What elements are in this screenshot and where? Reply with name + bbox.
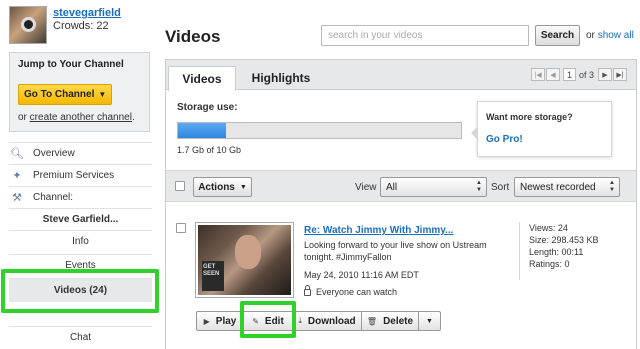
prev-page-icon[interactable]: ◀ <box>545 68 560 81</box>
first-page-icon[interactable]: |◀ <box>530 68 545 81</box>
sort-label: Sort <box>491 182 510 193</box>
row-checkbox[interactable] <box>176 223 186 233</box>
storage-bar <box>177 122 462 139</box>
storage-label: Storage use: <box>177 102 238 113</box>
sort-select-value: Newest recorded <box>520 181 596 193</box>
view-select[interactable]: All ▲ ▼ <box>380 177 487 197</box>
username-link[interactable]: stevegarfield <box>53 7 121 19</box>
trash-icon: 🗑︎ <box>366 316 378 326</box>
pro-title: Want more storage? <box>486 112 573 122</box>
sidebar: stevegarfield Crowds: 22 Jump to Your Ch… <box>0 0 163 349</box>
last-page-icon[interactable]: ▶| <box>613 68 627 81</box>
view-label: View <box>355 182 377 193</box>
select-arrows-icon: ▲ ▼ <box>609 180 615 193</box>
sidebar-item-overview[interactable]: 🔍︎ Overview <box>9 142 152 164</box>
download-button[interactable]: ⤓ Download <box>292 311 362 331</box>
sort-select[interactable]: Newest recorded ▲ ▼ <box>514 177 620 197</box>
sidebar-item-label: Premium Services <box>33 170 115 181</box>
edit-label: Edit <box>264 315 284 327</box>
star-icon: ✦ <box>12 170 22 182</box>
search-icon: 🔍︎ <box>10 148 24 160</box>
tools-icon: ⚒ <box>12 192 22 204</box>
create-suffix: . <box>131 112 135 123</box>
sidebar-item-label: Overview <box>33 148 75 159</box>
or-text: or <box>586 30 595 41</box>
actions-button[interactable]: Actions ▼ <box>193 177 252 197</box>
video-action-group: ▶ Play ✎ Edit ⤓ Download 🗑︎ Delete ▼ <box>196 311 441 331</box>
avatar[interactable] <box>9 6 47 44</box>
crowds-count: Crowds: 22 <box>53 20 109 32</box>
tab-highlights[interactable]: Highlights <box>238 66 324 90</box>
sidebar-item-channel[interactable]: ⚒ Channel: <box>9 186 152 208</box>
page-number-input[interactable]: 1 <box>562 68 576 81</box>
sidebar-item-events[interactable]: Events <box>9 254 152 276</box>
go-to-channel-label: Go To Channel <box>24 89 95 100</box>
channel-name[interactable]: Steve Garfield... <box>9 208 152 230</box>
user-info: stevegarfield Crowds: 22 <box>53 6 121 44</box>
delete-label: Delete <box>383 315 414 327</box>
size-stat: Size: 298.453 KB <box>529 235 599 245</box>
tab-videos[interactable]: Videos <box>168 66 236 91</box>
video-title-link[interactable]: Re: Watch Jimmy With Jimmy... <box>304 225 453 236</box>
sidebar-item-chat[interactable]: Chat <box>9 326 152 348</box>
privacy-label: Everyone can watch <box>316 287 398 297</box>
create-prefix: or <box>18 112 30 123</box>
page-count: of 3 <box>578 69 594 80</box>
thumbnail-sign: GET SEEN <box>202 261 224 291</box>
sidebar-item-label: Channel: <box>33 192 74 203</box>
edit-button[interactable]: ✎ Edit <box>243 311 293 331</box>
video-stats: Views: 24 Size: 298.453 KB Length: 00:11… <box>519 222 599 280</box>
search-input[interactable] <box>321 25 529 46</box>
delete-button[interactable]: 🗑︎ Delete <box>361 311 419 331</box>
video-privacy[interactable]: Everyone can watch <box>304 284 398 297</box>
jump-to-channel-box: Jump to Your Channel Go To Channel ▼ or c… <box>9 52 150 132</box>
thumbnail-image: GET SEEN <box>198 225 291 295</box>
jump-title: Jump to Your Channel <box>18 59 124 70</box>
download-label: Download <box>307 315 356 327</box>
pager: |◀ ◀ 1 of 3 ▶ ▶| <box>530 68 628 81</box>
sidebar-item-info[interactable]: Info <box>9 230 152 252</box>
view-select-value: All <box>386 181 398 193</box>
video-date: May 24, 2010 11:16 AM EDT <box>304 270 419 280</box>
avatar-camera <box>21 17 36 32</box>
user-block: stevegarfield Crowds: 22 <box>9 6 121 44</box>
storage-bar-fill <box>178 123 227 138</box>
sidebar-item-premium-services[interactable]: ✦ Premium Services <box>9 164 152 186</box>
length-stat: Length: 00:11 <box>529 247 584 257</box>
go-to-channel-button[interactable]: Go To Channel ▼ <box>18 84 113 105</box>
play-icon: ▶ <box>203 316 210 326</box>
video-thumbnail[interactable]: GET SEEN <box>195 222 294 298</box>
play-button[interactable]: ▶ Play <box>196 311 244 331</box>
tabs-bar: Videos Highlights |◀ ◀ 1 of 3 ▶ ▶| <box>166 60 636 91</box>
show-all-link[interactable]: show all <box>598 30 634 41</box>
storage-text: 1.7 Gb of 10 Gb <box>177 145 242 155</box>
chevron-down-icon: ▼ <box>426 317 433 325</box>
play-label: Play <box>215 315 237 327</box>
pro-upsell-box: Want more storage? Go Pro! <box>471 101 612 157</box>
ratings-stat: Ratings: 0 <box>529 259 570 269</box>
videos-panel: Videos Highlights |◀ ◀ 1 of 3 ▶ ▶| Stora… <box>165 59 637 349</box>
select-all-checkbox[interactable] <box>175 181 185 191</box>
page-title: Videos <box>165 27 221 46</box>
views-stat: Views: 24 <box>529 223 568 233</box>
wrench-icon: ✎ <box>252 316 259 326</box>
thumbnail-face <box>235 235 261 269</box>
actions-label: Actions <box>198 181 235 193</box>
show-all-line: or show all <box>586 30 634 41</box>
sidebar-item-videos[interactable]: Videos (24) <box>9 278 152 302</box>
more-actions-button[interactable]: ▼ <box>418 311 441 331</box>
create-channel-link[interactable]: create another channel <box>30 112 132 123</box>
next-page-icon[interactable]: ▶ <box>598 68 612 81</box>
select-arrows-icon: ▲ ▼ <box>476 180 482 193</box>
lock-icon <box>304 284 311 296</box>
video-description: Looking forward to your live show on Ust… <box>304 240 487 262</box>
create-channel-line: or create another channel. <box>18 112 141 123</box>
download-icon: ⤓ <box>298 316 302 325</box>
search-button[interactable]: Search <box>535 25 580 46</box>
chevron-down-icon: ▼ <box>98 90 107 99</box>
go-pro-link[interactable]: Go Pro! <box>486 134 603 145</box>
chevron-down-icon: ▼ <box>239 183 247 191</box>
list-toolbar: Actions ▼ View All ▲ ▼ Sort Newest recorded… <box>166 170 636 202</box>
